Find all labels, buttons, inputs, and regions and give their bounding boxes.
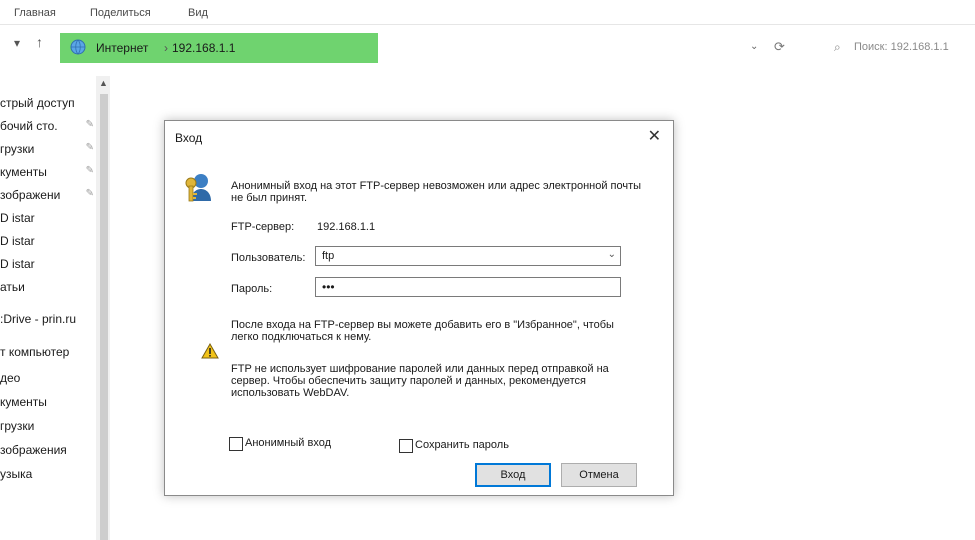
- password-field[interactable]: •••: [315, 277, 621, 297]
- warning-icon: [201, 342, 219, 362]
- scroll-thumb[interactable]: [100, 94, 108, 540]
- search-icon: ⌕: [834, 40, 841, 54]
- sidebar-item-folder[interactable]: D istar: [0, 230, 108, 252]
- warning-line3: использовать WebDAV.: [231, 387, 350, 399]
- anonymous-label[interactable]: Анонимный вход: [245, 437, 331, 449]
- address-segment-path[interactable]: 192.168.1.1: [172, 41, 235, 55]
- address-bar[interactable]: Интернет › 192.168.1.1: [60, 33, 378, 63]
- chevron-down-icon[interactable]: ⌄: [750, 41, 758, 52]
- ribbon-divider: [0, 24, 975, 25]
- scroll-up-icon[interactable]: ▲: [99, 78, 108, 88]
- save-password-label[interactable]: Сохранить пароль: [415, 439, 509, 451]
- address-separator: ›: [164, 41, 168, 55]
- sidebar-item-documents-pc[interactable]: кументы: [0, 391, 108, 413]
- user-value: ftp: [322, 250, 335, 262]
- favorites-info-line2: легко подключаться к нему.: [231, 331, 372, 343]
- user-label: Пользователь:: [231, 252, 306, 264]
- dialog-title: Вход: [175, 131, 203, 145]
- sidebar-item-quick-access[interactable]: стрый доступ: [0, 92, 108, 114]
- chevron-down-icon[interactable]: ⌄: [608, 249, 616, 260]
- search-box[interactable]: ⌕ Поиск: 192.168.1.1: [820, 33, 975, 63]
- error-message-line2: не был принят.: [231, 192, 308, 204]
- navigation-pane: стрый доступ бочий сто. ✎ грузки ✎ кументы…: [0, 70, 108, 540]
- user-combobox[interactable]: ftp ⌄: [315, 246, 621, 266]
- sidebar-item-pictures[interactable]: зображени ✎: [0, 184, 108, 206]
- pin-icon: ✎: [85, 188, 94, 199]
- save-password-checkbox[interactable]: [399, 439, 413, 453]
- sidebar-item-pictures-pc[interactable]: зображения: [0, 439, 108, 461]
- sidebar-item-folder[interactable]: D istar: [0, 207, 108, 229]
- cancel-button[interactable]: Отмена: [561, 463, 637, 487]
- sidebar-item-documents[interactable]: кументы ✎: [0, 161, 108, 183]
- address-bar-rest[interactable]: ⌄ ⟳: [378, 33, 808, 63]
- sidebar-item-desktop[interactable]: бочий сто. ✎: [0, 115, 108, 137]
- sidebar-item-downloads[interactable]: грузки ✎: [0, 138, 108, 160]
- sidebar-item-this-pc[interactable]: т компьютер: [0, 341, 108, 363]
- anonymous-checkbox[interactable]: [229, 437, 243, 451]
- pin-icon: ✎: [85, 119, 94, 130]
- sidebar-item-folder[interactable]: D istar: [0, 253, 108, 275]
- favorites-info-line1: После входа на FTP-сервер вы можете доба…: [231, 319, 614, 331]
- address-segment-internet[interactable]: Интернет: [96, 41, 148, 55]
- login-button[interactable]: Вход: [475, 463, 551, 487]
- error-message-line1: Анонимный вход на этот FTP-сервер невозм…: [231, 180, 642, 192]
- search-input[interactable]: Поиск: 192.168.1.1: [854, 41, 949, 53]
- tab-share[interactable]: Поделиться: [90, 7, 151, 19]
- pin-icon: ✎: [85, 142, 94, 153]
- sidebar-item-articles[interactable]: атьи: [0, 276, 108, 298]
- ftp-server-label: FTP-сервер:: [231, 221, 295, 233]
- password-value: •••: [322, 280, 335, 294]
- refresh-icon[interactable]: ⟳: [774, 39, 785, 55]
- tab-home[interactable]: Главная: [14, 7, 56, 19]
- recent-locations-icon[interactable]: ▾: [14, 36, 20, 50]
- sidebar-item-onedrive[interactable]: :Drive - prin.ru: [0, 308, 108, 330]
- ftp-login-dialog: Вход ✕ Анонимный вход на этот FTP-сервер…: [164, 120, 674, 496]
- up-arrow-icon[interactable]: ↑: [36, 34, 43, 50]
- sidebar-item-videos[interactable]: део: [0, 367, 108, 389]
- warning-line1: FTP не использует шифрование паролей или…: [231, 363, 609, 375]
- close-icon[interactable]: ✕: [648, 126, 661, 146]
- pin-icon: ✎: [85, 165, 94, 176]
- warning-line2: сервер. Чтобы обеспечить защиту паролей …: [231, 375, 586, 387]
- password-label: Пароль:: [231, 283, 273, 295]
- tab-view[interactable]: Вид: [188, 7, 208, 19]
- ftp-server-value: 192.168.1.1: [317, 221, 376, 233]
- sidebar-item-music[interactable]: узыка: [0, 463, 108, 485]
- sidebar-item-downloads-pc[interactable]: грузки: [0, 415, 108, 437]
- globe-icon: [68, 37, 88, 60]
- key-user-icon: [183, 171, 213, 208]
